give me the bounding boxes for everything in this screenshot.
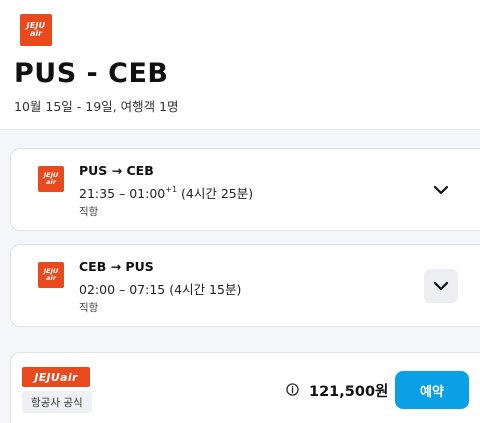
- official-airline-badge: 항공사 공식: [22, 391, 92, 413]
- expand-leg-button[interactable]: [424, 173, 458, 207]
- airline-logo: JEJU air: [38, 166, 64, 192]
- leg-stops: 직항: [79, 302, 99, 314]
- leg-times: 02:00 – 07:15: [79, 282, 166, 297]
- airline-logo: JEJU air: [38, 262, 64, 288]
- book-button[interactable]: 예약: [395, 371, 469, 409]
- leg-duration: (4시간 25분): [181, 186, 254, 201]
- price: 121,500원: [309, 384, 389, 400]
- flight-leg-outbound[interactable]: JEJU air PUS → CEB 21:35 – 01:00+1 (4시간 …: [10, 148, 480, 231]
- info-icon[interactable]: [286, 383, 299, 396]
- logo-text-line2: air: [46, 274, 56, 282]
- results-area: JEJU air PUS → CEB 21:35 – 01:00+1 (4시간 …: [0, 131, 480, 423]
- chevron-down-icon: [433, 185, 449, 195]
- leg-time: 02:00 – 07:15 (4시간 15분): [79, 279, 241, 298]
- logo-text-line2: air: [46, 178, 56, 186]
- leg-route: PUS → CEB: [79, 163, 154, 178]
- leg-duration: (4시간 15분): [169, 282, 242, 297]
- booking-option: JEJUair 항공사 공식 121,500원 예약: [10, 352, 480, 423]
- chevron-down-icon: [433, 281, 449, 291]
- jejuair-logo: JEJU air: [20, 14, 52, 46]
- leg-times: 21:35 – 01:00: [79, 186, 166, 201]
- expand-leg-button[interactable]: [424, 269, 458, 303]
- leg-stops: 직항: [79, 206, 99, 218]
- trip-summary: 10월 15일 - 19일, 여행객 1명: [14, 99, 179, 114]
- leg-time: 21:35 – 01:00+1 (4시간 25분): [79, 183, 253, 202]
- logo-text-line2: air: [29, 29, 43, 38]
- airline-logo-wide: JEJUair: [22, 367, 90, 387]
- leg-route: CEB → PUS: [79, 259, 154, 274]
- header: JEJU air PUS - CEB 10월 15일 - 19일, 여행객 1명: [0, 0, 480, 130]
- flight-leg-return[interactable]: JEJU air CEB → PUS 02:00 – 07:15 (4시간 15…: [10, 244, 480, 327]
- day-offset: +1: [165, 185, 178, 194]
- page-title: PUS - CEB: [14, 58, 169, 89]
